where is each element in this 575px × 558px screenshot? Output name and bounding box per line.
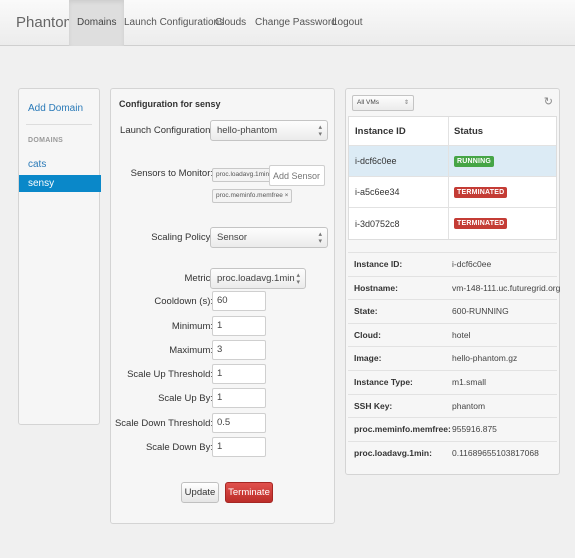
- add-sensor-input[interactable]: [269, 165, 325, 186]
- table-row[interactable]: i-dcf6c0ee RUNNING: [349, 146, 556, 177]
- nav-logout[interactable]: Logout: [324, 0, 371, 46]
- select-arrows-icon: ▴ ▾: [296, 272, 300, 286]
- detail-key: Hostname:: [354, 282, 398, 293]
- table-header-row: Instance ID Status: [349, 117, 556, 146]
- launch-config-select[interactable]: hello-phantom ▴ ▾: [210, 120, 328, 141]
- scale-up-threshold-input[interactable]: 1: [212, 364, 266, 384]
- detail-value: 955916.875: [452, 424, 497, 435]
- scale-down-by-label: Scale Down By:: [145, 442, 213, 453]
- detail-row: SSH Key: phantom: [348, 393, 557, 418]
- detail-row: proc.meminfo.memfree: 955916.875: [348, 417, 557, 441]
- domain-item-sensy[interactable]: sensy: [19, 175, 101, 192]
- detail-row: Instance ID: i-dcf6c0ee: [348, 252, 557, 276]
- domains-sidebar: Add Domain DOMAINS cats sensy: [18, 88, 101, 425]
- select-arrows-icon: ▴ ▾: [318, 231, 322, 245]
- config-title: Configuration for sensy: [119, 99, 221, 109]
- select-arrows-icon: ▴ ▾: [318, 124, 322, 138]
- detail-key: Cloud:: [354, 329, 381, 340]
- detail-key: SSH Key:: [354, 400, 393, 411]
- scale-down-threshold-input[interactable]: 0.5: [212, 413, 266, 433]
- scale-down-by-input[interactable]: 1: [212, 437, 266, 457]
- metric-value: proc.loadavg.1min: [217, 273, 295, 284]
- sensors-label: Sensors to Monitor:: [130, 168, 213, 179]
- metric-select[interactable]: proc.loadavg.1min ▴ ▾: [210, 268, 306, 289]
- scale-up-threshold-label: Scale Up Threshold:: [127, 369, 213, 380]
- add-domain-link[interactable]: Add Domain: [28, 103, 83, 114]
- refresh-icon[interactable]: ↻: [544, 95, 553, 108]
- minimum-label: Minimum:: [171, 321, 213, 332]
- detail-row: Cloud: hotel: [348, 322, 557, 347]
- detail-row: Image: hello-phantom.gz: [348, 346, 557, 370]
- detail-key: proc.meminfo.memfree:: [354, 424, 451, 435]
- configuration-panel: Configuration for sensy Launch Configura…: [110, 88, 335, 524]
- select-arrows-icon: ⇕: [403, 100, 409, 106]
- launch-config-label: Launch Configuration:: [120, 125, 213, 136]
- vm-filter-value: All VMs: [357, 99, 380, 106]
- domains-header: DOMAINS: [28, 137, 64, 144]
- detail-value: i-dcf6c0ee: [452, 259, 492, 269]
- scale-down-threshold-label: Scale Down Threshold:: [114, 418, 213, 429]
- vm-filter-select[interactable]: All VMs ⇕: [352, 95, 414, 111]
- detail-value: hotel: [452, 329, 471, 340]
- detail-value: hello-phantom.gz: [452, 353, 518, 364]
- sensor-tag-memfree[interactable]: proc.meminfo.memfree ×: [212, 189, 293, 203]
- detail-value: vm-148-111.uc.futuregrid.org: [452, 282, 561, 293]
- scaling-policy-select[interactable]: Sensor ▴ ▾: [210, 227, 328, 248]
- scaling-policy-label: Scaling Policy:: [151, 232, 213, 243]
- metric-label: Metric:: [184, 273, 214, 284]
- detail-key: State:: [354, 306, 378, 317]
- detail-key: proc.loadavg.1min:: [354, 447, 432, 458]
- detail-row: Hostname: vm-148-111.uc.futuregrid.org: [348, 275, 561, 300]
- maximum-input[interactable]: 3: [212, 340, 266, 360]
- instance-id-cell: i-3d0752c8: [355, 218, 400, 229]
- maximum-label: Maximum:: [169, 345, 213, 356]
- instance-id-cell: i-dcf6c0ee: [355, 156, 397, 166]
- launch-config-value: hello-phantom: [217, 125, 278, 136]
- terminate-button[interactable]: Terminate: [225, 482, 273, 503]
- table-row[interactable]: i-a5c6ee34 TERMINATED: [349, 177, 556, 208]
- domain-item-cats[interactable]: cats: [19, 156, 101, 173]
- detail-value: 600-RUNNING: [452, 306, 509, 317]
- detail-key: Image:: [354, 353, 382, 364]
- detail-key: Instance ID:: [354, 259, 403, 269]
- status-badge: TERMINATED: [454, 186, 508, 198]
- status-badge: TERMINATED: [454, 218, 508, 229]
- sidebar-divider: [26, 124, 92, 125]
- col-instance-id: Instance ID: [355, 125, 406, 137]
- scaling-policy-value: Sensor: [217, 232, 248, 243]
- detail-row: State: 600-RUNNING: [348, 299, 557, 323]
- navbar: Phantom Domains Launch Configurations Cl…: [0, 0, 575, 46]
- col-status: Status: [448, 117, 548, 145]
- status-cell: TERMINATED: [448, 208, 548, 239]
- instances-table: Instance ID Status i-dcf6c0ee RUNNING i-…: [348, 116, 557, 240]
- cooldown-label: Cooldown (s):: [154, 296, 213, 307]
- detail-value: phantom: [452, 400, 486, 411]
- detail-value: m1.small: [452, 376, 487, 387]
- status-cell: RUNNING: [448, 146, 548, 176]
- status-badge: RUNNING: [454, 155, 495, 167]
- instance-id-cell: i-a5c6ee34: [355, 187, 400, 197]
- minimum-input[interactable]: 1: [212, 316, 266, 336]
- brand-logo[interactable]: Phantom: [16, 14, 76, 31]
- detail-key: Instance Type:: [354, 376, 413, 387]
- detail-row: proc.loadavg.1min: 0.11689655103817068: [348, 440, 557, 465]
- scale-up-by-input[interactable]: 1: [212, 388, 266, 408]
- instances-panel: All VMs ⇕ ↻ Instance ID Status i-dcf6c0e…: [345, 88, 560, 475]
- scale-up-by-label: Scale Up By:: [158, 393, 213, 404]
- cooldown-input[interactable]: 60: [212, 291, 266, 311]
- status-cell: TERMINATED: [448, 177, 548, 207]
- instance-details: Instance ID: i-dcf6c0ee Hostname: vm-148-1…: [348, 252, 561, 465]
- detail-row: Instance Type: m1.small: [348, 369, 557, 394]
- update-button[interactable]: Update: [181, 482, 219, 503]
- detail-value: 0.11689655103817068: [452, 447, 539, 458]
- table-row[interactable]: i-3d0752c8 TERMINATED: [349, 208, 556, 239]
